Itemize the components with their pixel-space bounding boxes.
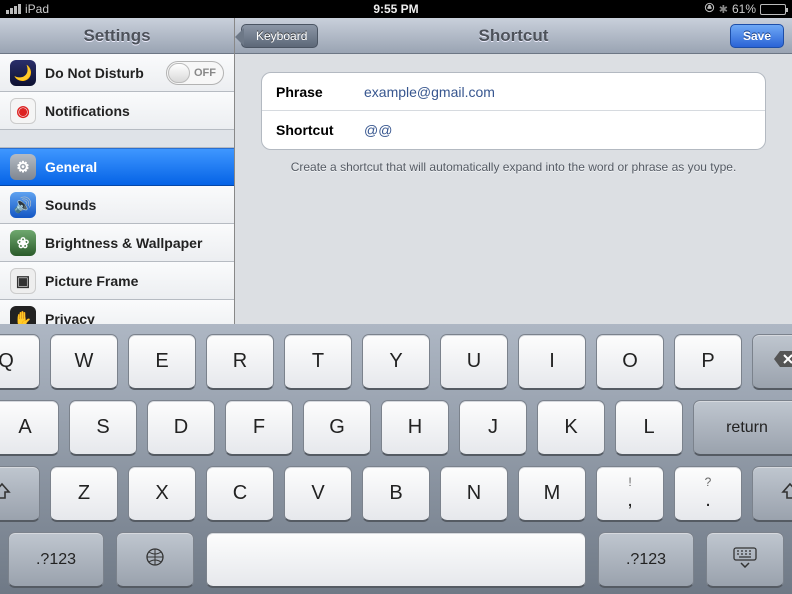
dnd-toggle[interactable]: OFF	[166, 61, 224, 85]
sidebar-item-notifications[interactable]: ◉ Notifications	[0, 92, 234, 130]
hide-keyboard-icon	[732, 546, 758, 574]
key-y[interactable]: Y	[362, 334, 430, 390]
save-button[interactable]: Save	[730, 24, 784, 48]
key-g[interactable]: G	[303, 400, 371, 456]
key-period[interactable]: ? .	[674, 466, 742, 522]
key-q[interactable]: Q	[0, 334, 40, 390]
key-globe[interactable]	[116, 532, 194, 588]
sidebar: Settings 🌙 Do Not Disturb OFF ◉ Notifica…	[0, 18, 235, 324]
sidebar-navbar: Settings	[0, 18, 234, 54]
key-j[interactable]: J	[459, 400, 527, 456]
key-l[interactable]: L	[615, 400, 683, 456]
key-r[interactable]: R	[206, 334, 274, 390]
save-label: Save	[743, 29, 771, 43]
hint-text: Create a shortcut that will automaticall…	[261, 160, 766, 174]
key-return[interactable]: return	[693, 400, 792, 456]
detail-pane: Keyboard Shortcut Save Phrase Shortcut C…	[235, 18, 792, 324]
hand-icon: ✋	[10, 306, 36, 325]
back-button[interactable]: Keyboard	[241, 24, 318, 48]
sidebar-item-sounds[interactable]: 🔊 Sounds	[0, 186, 234, 224]
bluetooth-icon: ✱	[719, 3, 728, 16]
key-hide-keyboard[interactable]	[706, 532, 784, 588]
battery-pct: 61%	[732, 2, 756, 16]
sidebar-item-label: Privacy	[45, 311, 95, 325]
key-c[interactable]: C	[206, 466, 274, 522]
key-p[interactable]: P	[674, 334, 742, 390]
rotation-lock-icon	[704, 2, 715, 16]
sidebar-item-general[interactable]: ⚙ General	[0, 148, 234, 186]
key-h[interactable]: H	[381, 400, 449, 456]
shortcut-label: Shortcut	[276, 122, 364, 138]
sidebar-item-label: General	[45, 159, 97, 175]
phrase-field[interactable]	[364, 84, 751, 100]
key-s[interactable]: S	[69, 400, 137, 456]
sidebar-item-dnd[interactable]: 🌙 Do Not Disturb OFF	[0, 54, 234, 92]
key-e[interactable]: E	[128, 334, 196, 390]
gear-icon: ⚙	[10, 154, 36, 180]
key-o[interactable]: O	[596, 334, 664, 390]
key-b[interactable]: B	[362, 466, 430, 522]
backspace-icon	[773, 350, 792, 374]
key-i[interactable]: I	[518, 334, 586, 390]
key-z[interactable]: Z	[50, 466, 118, 522]
frame-icon: ▣	[10, 268, 36, 294]
key-space[interactable]	[206, 532, 586, 588]
key-m[interactable]: M	[518, 466, 586, 522]
key-shift-right[interactable]	[752, 466, 792, 522]
key-u[interactable]: U	[440, 334, 508, 390]
key-backspace[interactable]	[752, 334, 792, 390]
shortcut-form-group: Phrase Shortcut	[261, 72, 766, 150]
phrase-row[interactable]: Phrase	[262, 73, 765, 111]
sidebar-title: Settings	[0, 26, 234, 46]
sidebar-spacer	[0, 130, 234, 148]
sidebar-item-label: Sounds	[45, 197, 96, 213]
sidebar-item-label: Do Not Disturb	[45, 65, 144, 81]
sidebar-item-label: Notifications	[45, 103, 130, 119]
key-w[interactable]: W	[50, 334, 118, 390]
key-numbers-left[interactable]: .?123	[8, 532, 104, 588]
speaker-icon: 🔊	[10, 192, 36, 218]
battery-icon	[760, 4, 786, 15]
keyboard: Q W E R T Y U I O P A S D F G H J K L re…	[0, 324, 792, 594]
page-title: Shortcut	[235, 26, 792, 46]
clock: 9:55 PM	[126, 2, 666, 16]
shortcut-row[interactable]: Shortcut	[262, 111, 765, 149]
sidebar-item-privacy[interactable]: ✋ Privacy	[0, 300, 234, 324]
key-n[interactable]: N	[440, 466, 508, 522]
back-label: Keyboard	[256, 29, 307, 43]
shift-icon	[0, 481, 12, 507]
moon-icon: 🌙	[10, 60, 36, 86]
phrase-label: Phrase	[276, 84, 364, 100]
key-shift-left[interactable]	[0, 466, 40, 522]
notifications-icon: ◉	[10, 98, 36, 124]
status-bar: iPad 9:55 PM ✱ 61%	[0, 0, 792, 18]
key-d[interactable]: D	[147, 400, 215, 456]
carrier-label: iPad	[25, 2, 49, 16]
sidebar-item-brightness[interactable]: ❀ Brightness & Wallpaper	[0, 224, 234, 262]
key-x[interactable]: X	[128, 466, 196, 522]
key-f[interactable]: F	[225, 400, 293, 456]
sidebar-item-pictureframe[interactable]: ▣ Picture Frame	[0, 262, 234, 300]
globe-icon	[144, 546, 166, 574]
key-a[interactable]: A	[0, 400, 59, 456]
key-t[interactable]: T	[284, 334, 352, 390]
key-k[interactable]: K	[537, 400, 605, 456]
wallpaper-icon: ❀	[10, 230, 36, 256]
sidebar-item-label: Picture Frame	[45, 273, 138, 289]
shortcut-field[interactable]	[364, 122, 751, 138]
sidebar-item-label: Brightness & Wallpaper	[45, 235, 202, 251]
key-v[interactable]: V	[284, 466, 352, 522]
key-comma[interactable]: ! ,	[596, 466, 664, 522]
detail-navbar: Keyboard Shortcut Save	[235, 18, 792, 54]
signal-icon	[6, 4, 21, 14]
key-numbers-right[interactable]: .?123	[598, 532, 694, 588]
shift-icon	[780, 481, 792, 507]
